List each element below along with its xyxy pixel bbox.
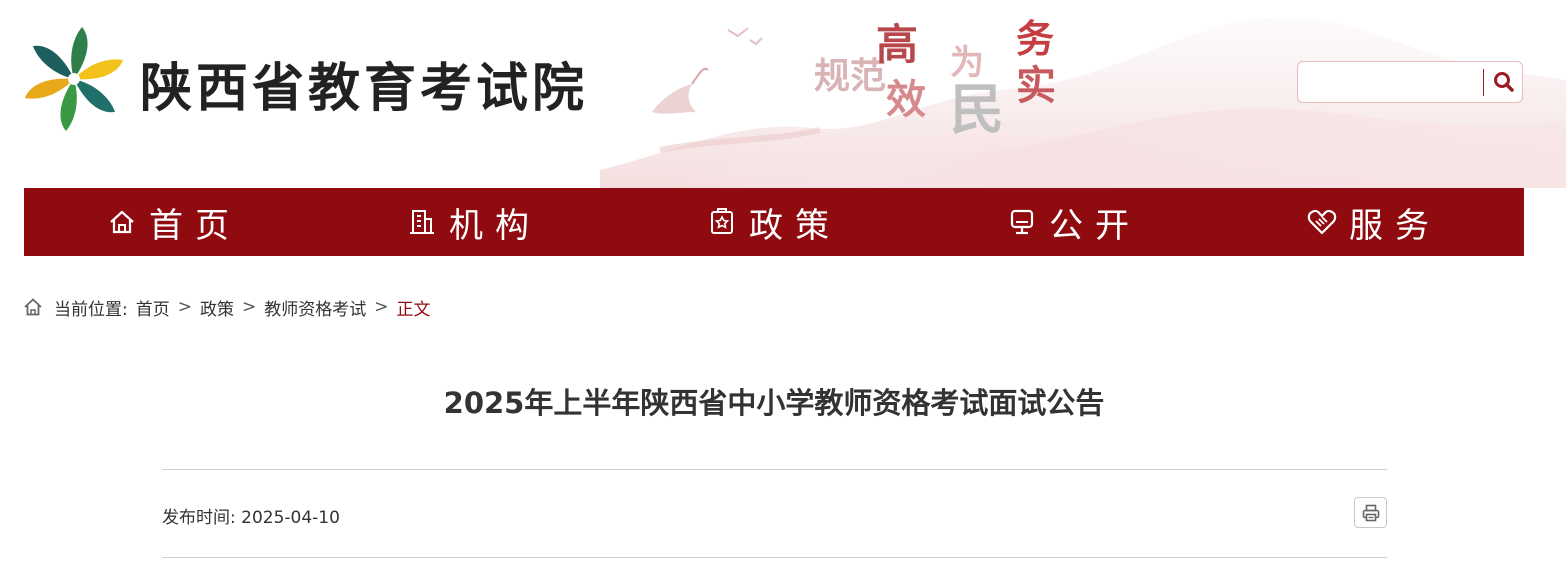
breadcrumb-link-home[interactable]: 首页 bbox=[136, 295, 170, 320]
nav-item-label: 机构 bbox=[449, 205, 541, 246]
monitor-icon bbox=[1010, 209, 1034, 235]
publish-info: 发布时间: 2025-04-10 bbox=[162, 503, 340, 528]
search-input[interactable] bbox=[1306, 68, 1476, 96]
search-divider bbox=[1483, 69, 1484, 96]
site-name: 陕西省教育考试院 bbox=[140, 58, 589, 119]
breadcrumb-prefix: 当前位置: bbox=[54, 299, 128, 320]
nav-item-policy[interactable]: 政策 bbox=[624, 188, 924, 256]
breadcrumb-separator: > bbox=[374, 297, 389, 317]
building-icon bbox=[410, 210, 434, 234]
print-button[interactable] bbox=[1354, 497, 1387, 528]
nav-item-label: 公开 bbox=[1049, 205, 1141, 246]
slogan-gao: 高 bbox=[876, 20, 919, 69]
site-header: 陕西省教育考试院 规范 高 效 为 民 务 实 bbox=[0, 0, 1566, 188]
divider bbox=[162, 557, 1387, 558]
search-icon bbox=[1494, 72, 1514, 92]
search-box bbox=[1297, 61, 1523, 103]
slogan-shi: 实 bbox=[1016, 62, 1056, 109]
breadcrumb-separator: > bbox=[241, 297, 257, 317]
nav-item-home[interactable]: 首页 bbox=[24, 188, 324, 256]
breadcrumb-current: 正文 bbox=[396, 299, 431, 320]
slogan-min: 民 bbox=[950, 77, 1004, 141]
slogan-xiao: 效 bbox=[886, 76, 926, 123]
nav-item-public[interactable]: 公开 bbox=[924, 188, 1224, 256]
nav-item-label: 服务 bbox=[1349, 205, 1441, 246]
breadcrumb-separator: > bbox=[177, 297, 192, 317]
slogan-wei: 为 bbox=[950, 43, 984, 83]
publish-label: 发布时间: bbox=[162, 508, 236, 528]
nav-item-organization[interactable]: 机构 bbox=[324, 188, 624, 256]
main-nav: 首页 机构 政策 公开 服务 bbox=[24, 188, 1524, 256]
slogan-wu: 务 bbox=[1016, 16, 1055, 61]
search-button[interactable] bbox=[1488, 66, 1520, 98]
publish-date: 2025-04-10 bbox=[241, 508, 340, 528]
nav-item-label: 政策 bbox=[749, 205, 841, 246]
handshake-icon bbox=[1307, 209, 1337, 235]
printer-icon bbox=[1362, 504, 1379, 521]
nav-item-label: 首页 bbox=[149, 205, 241, 246]
nav-item-service[interactable]: 服务 bbox=[1224, 188, 1524, 256]
divider bbox=[162, 469, 1387, 470]
document-icon bbox=[711, 208, 733, 234]
home-icon bbox=[110, 210, 134, 234]
breadcrumb: 当前位置: 首页 > 政策 > 教师资格考试 > 正文 bbox=[22, 294, 430, 320]
breadcrumb-link-policy[interactable]: 政策 bbox=[200, 295, 234, 320]
logo-pinwheel bbox=[24, 27, 124, 131]
article-title: 2025年上半年陕西省中小学教师资格考试面试公告 bbox=[443, 386, 1105, 420]
breadcrumb-link-teacher-exam[interactable]: 教师资格考试 bbox=[264, 295, 366, 320]
home-icon bbox=[24, 298, 42, 316]
